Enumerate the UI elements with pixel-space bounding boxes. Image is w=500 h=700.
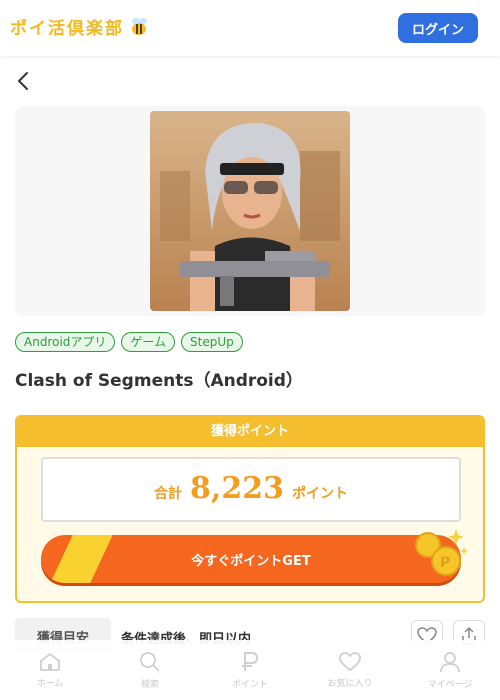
- total-points-card: 合計 8,223 ポイント: [41, 457, 461, 522]
- app-icon-image: [150, 111, 350, 311]
- heart-icon: [339, 651, 361, 671]
- tag-android-app[interactable]: Androidアプリ: [15, 332, 116, 352]
- nav-search-label: 検索: [140, 679, 159, 690]
- nav-points-label: ポイント: [231, 679, 268, 690]
- nav-favorites[interactable]: お気に入り: [305, 651, 395, 689]
- search-icon: [140, 651, 160, 672]
- nav-search[interactable]: 検索: [105, 651, 195, 690]
- logo-text: ポイ活倶楽部: [10, 19, 124, 39]
- svg-text:P: P: [440, 555, 450, 571]
- nav-home-label: ホーム: [36, 678, 64, 689]
- total-label: 合計: [154, 486, 183, 502]
- points-unit: ポイント: [291, 486, 348, 502]
- nav-points[interactable]: ポイント: [205, 651, 295, 690]
- home-icon: [40, 652, 60, 671]
- get-points-label: 今すぐポイントGET: [191, 553, 311, 569]
- tag-stepup[interactable]: StepUp: [181, 332, 243, 352]
- bottom-navigation: ホーム 検索 ポイント お気に入り マイページ: [0, 640, 500, 700]
- user-icon: [440, 651, 460, 672]
- login-button[interactable]: ログイン: [398, 13, 478, 43]
- total-points-value: 8,223: [190, 471, 284, 506]
- back-chevron-icon[interactable]: [14, 70, 34, 92]
- bee-icon: [132, 17, 147, 35]
- get-points-button[interactable]: 今すぐポイントGET: [41, 535, 461, 583]
- site-logo[interactable]: ポイ活倶楽部: [10, 14, 150, 39]
- point-icon: [242, 651, 259, 671]
- app-title: Clash of Segments（Android）: [15, 371, 303, 391]
- nav-favorites-label: お気に入り: [327, 678, 373, 689]
- cta-stripe-decoration: [44, 535, 118, 583]
- app-header: ポイ活倶楽部 ログイン: [0, 0, 500, 56]
- coins-icon: P: [415, 529, 468, 576]
- tag-list: Androidアプリ ゲーム StepUp: [15, 332, 243, 352]
- nav-mypage[interactable]: マイページ: [405, 651, 495, 690]
- tag-game[interactable]: ゲーム: [121, 332, 176, 352]
- points-header: 獲得ポイント: [17, 417, 483, 447]
- nav-home[interactable]: ホーム: [5, 652, 95, 689]
- nav-mypage-label: マイページ: [427, 679, 473, 690]
